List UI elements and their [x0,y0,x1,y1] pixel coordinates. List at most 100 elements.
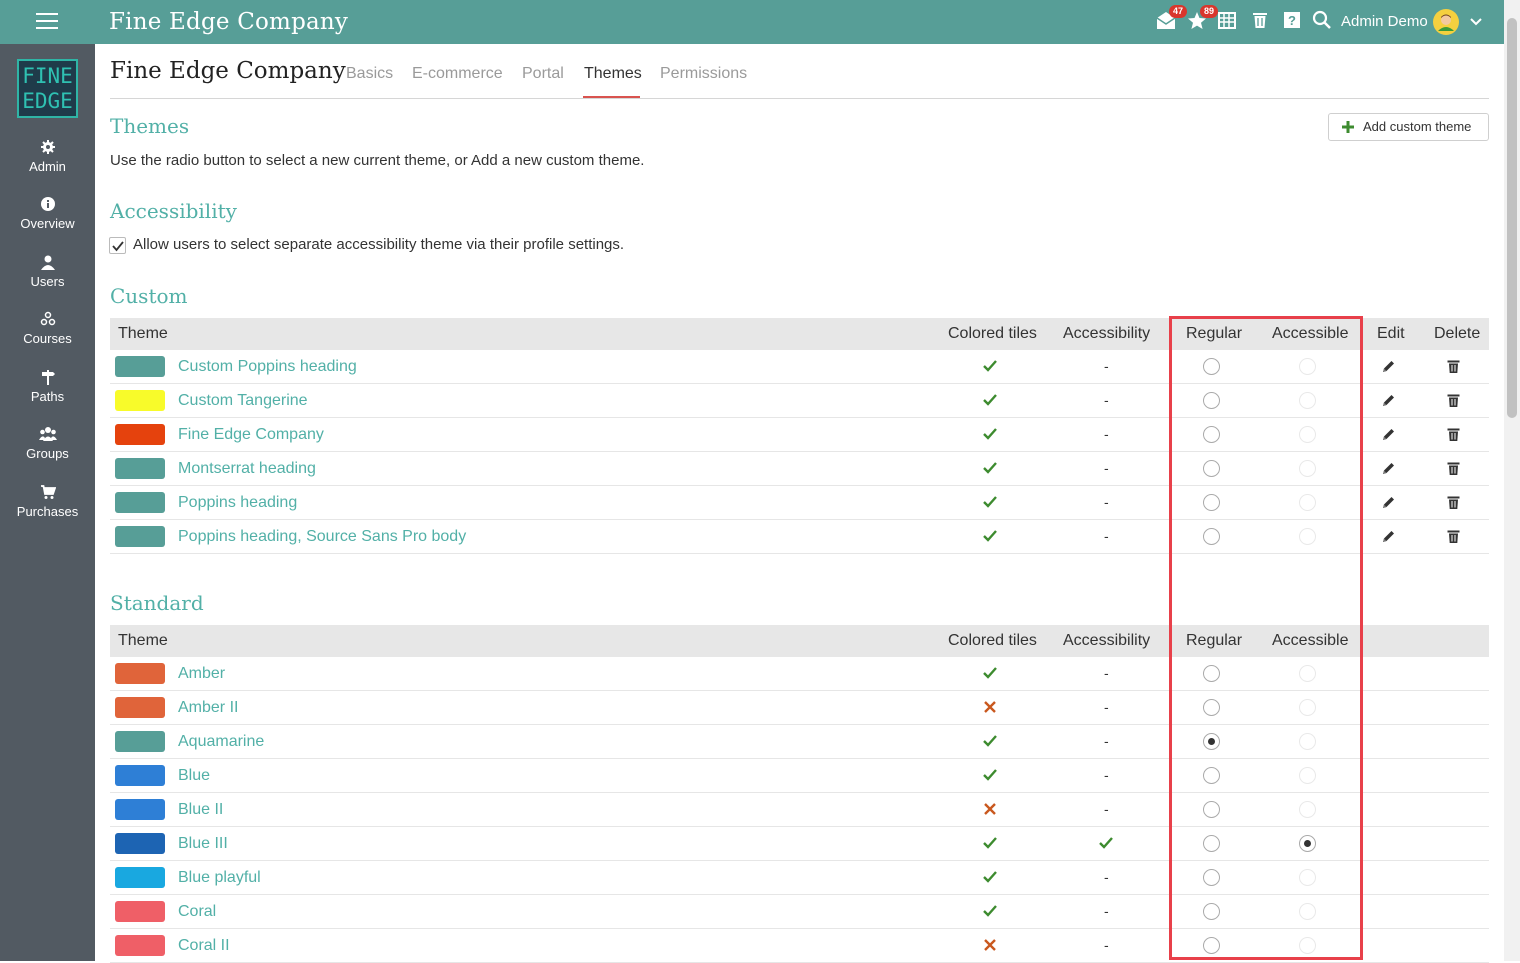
trash-icon[interactable] [1446,393,1461,408]
sidebar-item-groups[interactable]: Groups [0,426,95,463]
table-header: Theme Colored tiles Accessibility Regula… [110,625,1489,657]
accessible-theme-radio[interactable] [1299,869,1316,886]
accessible-theme-radio[interactable] [1299,835,1316,852]
accessible-theme-radio[interactable] [1299,494,1316,511]
menu-icon[interactable] [36,13,58,31]
search-icon[interactable] [1312,10,1336,34]
regular-theme-radio[interactable] [1203,392,1220,409]
user-name[interactable]: Admin Demo [1341,13,1428,30]
accessible-theme-radio[interactable] [1299,699,1316,716]
col-regular: Regular [1186,325,1243,342]
tab-basics[interactable]: Basics [346,65,393,83]
table-row: Fine Edge Company - [110,418,1489,452]
page-title: Fine Edge Company [110,58,346,84]
accessibility-checkbox-label[interactable]: Allow users to select separate accessibi… [133,236,624,253]
accessible-theme-radio[interactable] [1299,392,1316,409]
logo[interactable]: FINE EDGE [17,59,78,118]
table-body: Amber - Amber II - Aquamarine - Blue - Blue II - B… [110,657,1489,963]
theme-name-link[interactable]: Blue II [178,801,223,819]
table-row: Amber II - [110,691,1489,725]
theme-name-link[interactable]: Montserrat heading [178,460,316,478]
pencil-icon[interactable] [1381,495,1396,510]
regular-theme-radio[interactable] [1203,733,1220,750]
sidebar-item-overview[interactable]: Overview [0,196,95,233]
regular-theme-radio[interactable] [1203,494,1220,511]
calendar-icon[interactable] [1217,10,1241,34]
trash-icon[interactable] [1446,427,1461,442]
pencil-icon[interactable] [1381,359,1396,374]
sidebar-item-paths[interactable]: Paths [0,369,95,406]
accessible-theme-radio[interactable] [1299,665,1316,682]
tab-e-commerce[interactable]: E-commerce [412,65,503,83]
pencil-icon[interactable] [1381,393,1396,408]
regular-theme-radio[interactable] [1203,460,1220,477]
trash-icon[interactable] [1446,529,1461,544]
theme-name-link[interactable]: Aquamarine [178,733,264,751]
accessible-theme-radio[interactable] [1299,937,1316,954]
messages-icon[interactable]: 47 [1155,5,1187,34]
col-accessibility: Accessibility [1063,325,1151,342]
scroll-thumb[interactable] [1507,18,1517,418]
help-icon[interactable]: ? [1282,10,1306,34]
accessible-theme-radio[interactable] [1299,426,1316,443]
theme-name-link[interactable]: Amber II [178,699,238,717]
accessible-theme-radio[interactable] [1299,767,1316,784]
trash-icon[interactable] [1446,495,1461,510]
standard-themes-table: Theme Colored tiles Accessibility Regula… [110,625,1489,963]
regular-theme-radio[interactable] [1203,528,1220,545]
regular-theme-radio[interactable] [1203,358,1220,375]
accessible-theme-radio[interactable] [1299,528,1316,545]
theme-name-link[interactable]: Amber [178,665,225,683]
regular-theme-radio[interactable] [1203,869,1220,886]
col-theme: Theme [118,325,168,342]
regular-theme-radio[interactable] [1203,835,1220,852]
pencil-icon[interactable] [1381,461,1396,476]
tab-permissions[interactable]: Permissions [660,65,747,83]
theme-name-link[interactable]: Fine Edge Company [178,426,324,444]
trash-icon[interactable] [1250,10,1274,34]
regular-theme-radio[interactable] [1203,801,1220,818]
chevron-down-icon[interactable] [1468,14,1484,30]
add-custom-theme-button[interactable]: Add custom theme [1328,113,1489,141]
pencil-icon[interactable] [1381,529,1396,544]
regular-theme-radio[interactable] [1203,937,1220,954]
regular-theme-radio[interactable] [1203,426,1220,443]
pencil-icon[interactable] [1381,427,1396,442]
trash-icon[interactable] [1446,359,1461,374]
accessible-theme-radio[interactable] [1299,903,1316,920]
theme-name-link[interactable]: Blue [178,767,210,785]
tab-portal[interactable]: Portal [522,65,564,83]
notifications-icon[interactable]: 89 [1186,5,1218,34]
trash-icon[interactable] [1446,461,1461,476]
theme-name-link[interactable]: Custom Poppins heading [178,358,357,376]
theme-color-swatch [115,901,165,922]
theme-name-link[interactable]: Poppins heading [178,494,297,512]
sidebar-item-admin[interactable]: Admin [0,139,95,176]
sidebar-item-purchases[interactable]: Purchases [0,484,95,521]
accessible-theme-radio[interactable] [1299,460,1316,477]
theme-name-link[interactable]: Custom Tangerine [178,392,308,410]
accessibility-checkbox[interactable] [109,237,126,254]
theme-name-link[interactable]: Coral [178,903,216,921]
regular-theme-radio[interactable] [1203,699,1220,716]
accessible-theme-radio[interactable] [1299,358,1316,375]
sidebar-item-courses[interactable]: Courses [0,311,95,348]
accessibility-value: - [1104,494,1109,510]
tab-themes[interactable]: Themes [584,65,642,83]
theme-name-link[interactable]: Poppins heading, Source Sans Pro body [178,528,466,546]
check-icon [982,494,998,515]
regular-theme-radio[interactable] [1203,903,1220,920]
theme-name-link[interactable]: Blue playful [178,869,261,887]
accessible-theme-radio[interactable] [1299,801,1316,818]
regular-theme-radio[interactable] [1203,767,1220,784]
theme-color-swatch [115,492,165,513]
theme-color-swatch [115,424,165,445]
brand-title[interactable]: Fine Edge Company [109,9,348,35]
scrollbar[interactable] [1504,0,1520,961]
theme-name-link[interactable]: Blue III [178,835,228,853]
avatar[interactable] [1433,9,1459,35]
regular-theme-radio[interactable] [1203,665,1220,682]
accessible-theme-radio[interactable] [1299,733,1316,750]
sidebar-item-users[interactable]: Users [0,254,95,291]
theme-name-link[interactable]: Coral II [178,937,230,955]
